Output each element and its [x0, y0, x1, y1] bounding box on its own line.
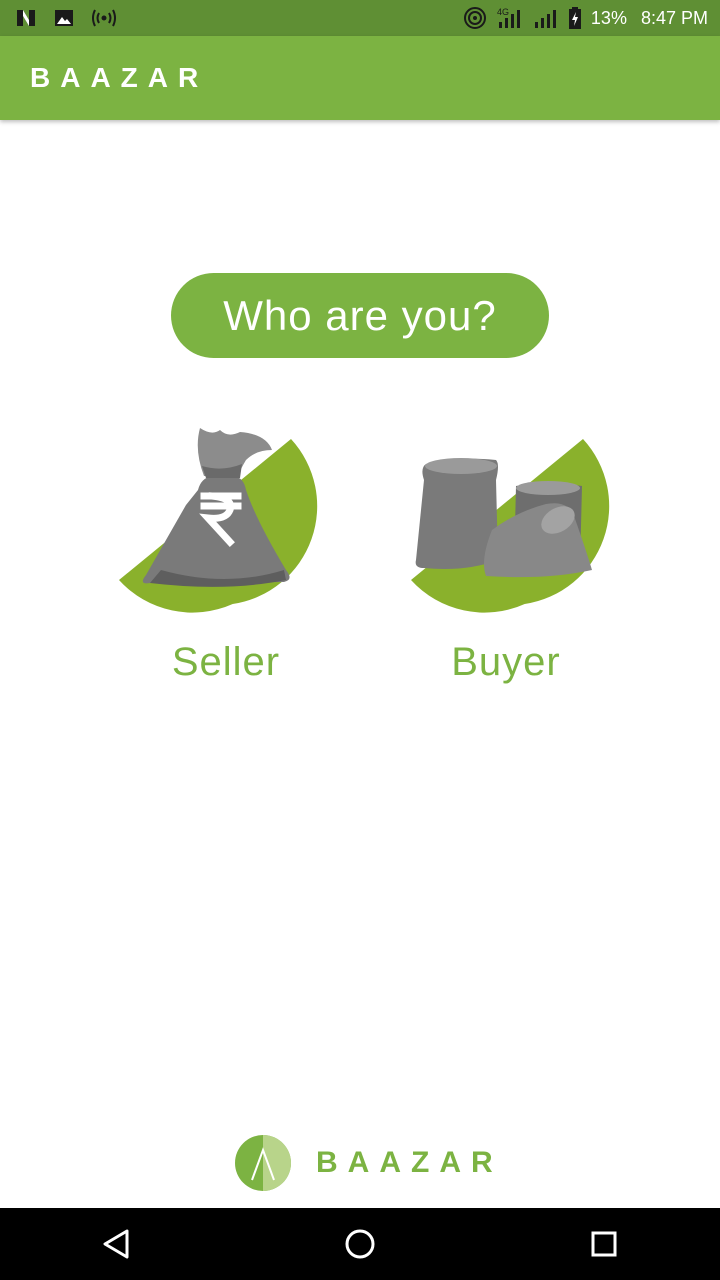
clock: 8:47 PM [640, 7, 708, 28]
who-are-you-prompt: Who are you? [171, 273, 549, 358]
recents-icon[interactable] [586, 1226, 622, 1262]
hotspot-icon [463, 7, 486, 29]
svg-text:4G: 4G [497, 7, 509, 17]
status-bar: 4G 13% 8:47 PM [0, 0, 720, 36]
navigation-bar [0, 1208, 720, 1280]
sacks-icon [411, 439, 610, 613]
home-icon[interactable] [342, 1226, 378, 1262]
footer-brand-name: BAAZAR [316, 1146, 503, 1179]
money-bag-icon [119, 428, 318, 613]
signal-icon [534, 10, 556, 28]
n-notification-icon [17, 10, 35, 26]
status-left [14, 6, 118, 30]
battery-percent: 13% [590, 7, 627, 28]
signal-icon: 4G [497, 7, 520, 28]
status-right: 4G 13% 8:47 PM [463, 6, 708, 30]
seller-option[interactable]: Seller [116, 420, 336, 700]
broadcast-icon [92, 9, 116, 27]
image-notification-icon [55, 10, 73, 26]
seller-label: Seller [171, 640, 281, 684]
baazar-logo-icon [235, 1135, 291, 1191]
app-bar: BAAZAR [0, 36, 720, 120]
app-title: BAAZAR [30, 62, 209, 93]
footer-brand: BAAZAR [234, 1134, 503, 1192]
buyer-option[interactable]: Buyer [396, 420, 616, 700]
back-icon[interactable] [99, 1226, 135, 1262]
battery-icon [568, 7, 581, 29]
buyer-label: Buyer [451, 640, 561, 684]
